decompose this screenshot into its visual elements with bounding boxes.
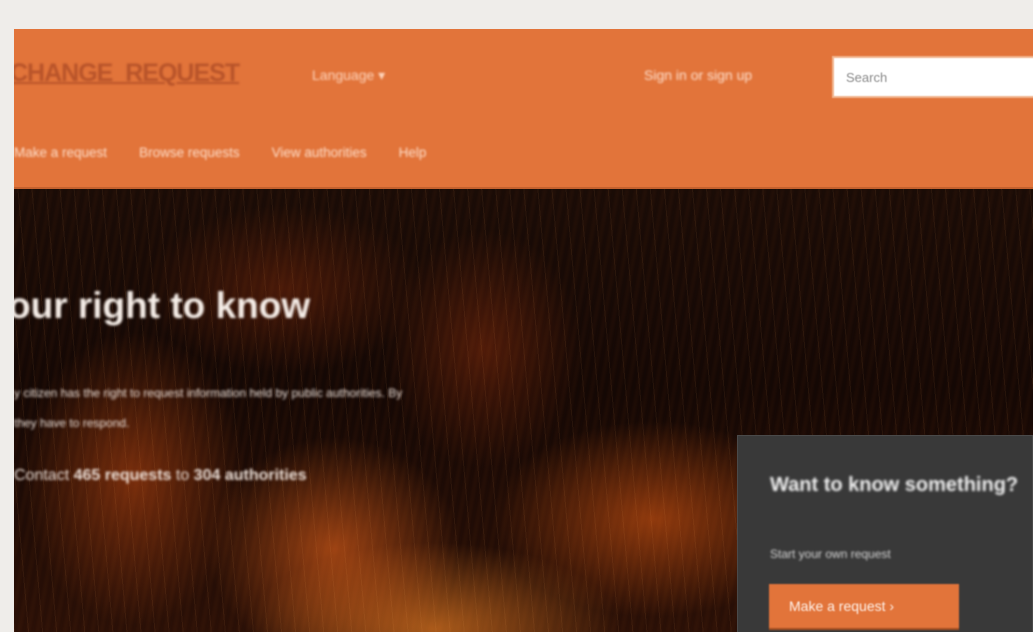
nav-item-view-authorities[interactable]: View authorities xyxy=(272,145,367,175)
cta-panel: Want to know something? Start your own r… xyxy=(737,435,1033,632)
nav-item-make-request[interactable]: Make a request xyxy=(14,145,107,175)
cta-subtitle: Start your own request xyxy=(770,547,891,561)
language-selector[interactable]: Language ▾ xyxy=(312,67,385,84)
stats-authorities-count: 304 authorities xyxy=(193,467,307,484)
stats-prefix: Contact xyxy=(14,467,74,484)
stats-requests-count: 465 requests xyxy=(73,467,172,484)
cta-title: Want to know something? xyxy=(770,474,1019,496)
nav-item-help[interactable]: Help xyxy=(399,145,427,175)
hero-description-line2: they have to respond. xyxy=(14,416,130,430)
signin-link[interactable]: Sign in or sign up xyxy=(644,67,752,83)
main-nav: Make a request Browse requests View auth… xyxy=(14,145,426,175)
stats-middle: to xyxy=(171,467,194,484)
hero-title: our right to know xyxy=(14,285,311,326)
search-input[interactable] xyxy=(832,56,1033,98)
hero-banner: our right to know y citizen has the righ… xyxy=(14,189,1033,632)
hero-stats: Contact 465 requests to 304 authorities xyxy=(14,467,307,485)
nav-item-browse-requests[interactable]: Browse requests xyxy=(139,145,240,175)
site-header: CHANGE_REQUEST Language ▾ Sign in or sig… xyxy=(14,29,1033,187)
hero-description-line1: y citizen has the right to request infor… xyxy=(14,386,403,400)
site-logo[interactable]: CHANGE_REQUEST xyxy=(14,59,240,88)
browser-viewport: CHANGE_REQUEST Language ▾ Sign in or sig… xyxy=(14,29,1033,632)
make-request-button[interactable]: Make a request › xyxy=(769,584,959,628)
